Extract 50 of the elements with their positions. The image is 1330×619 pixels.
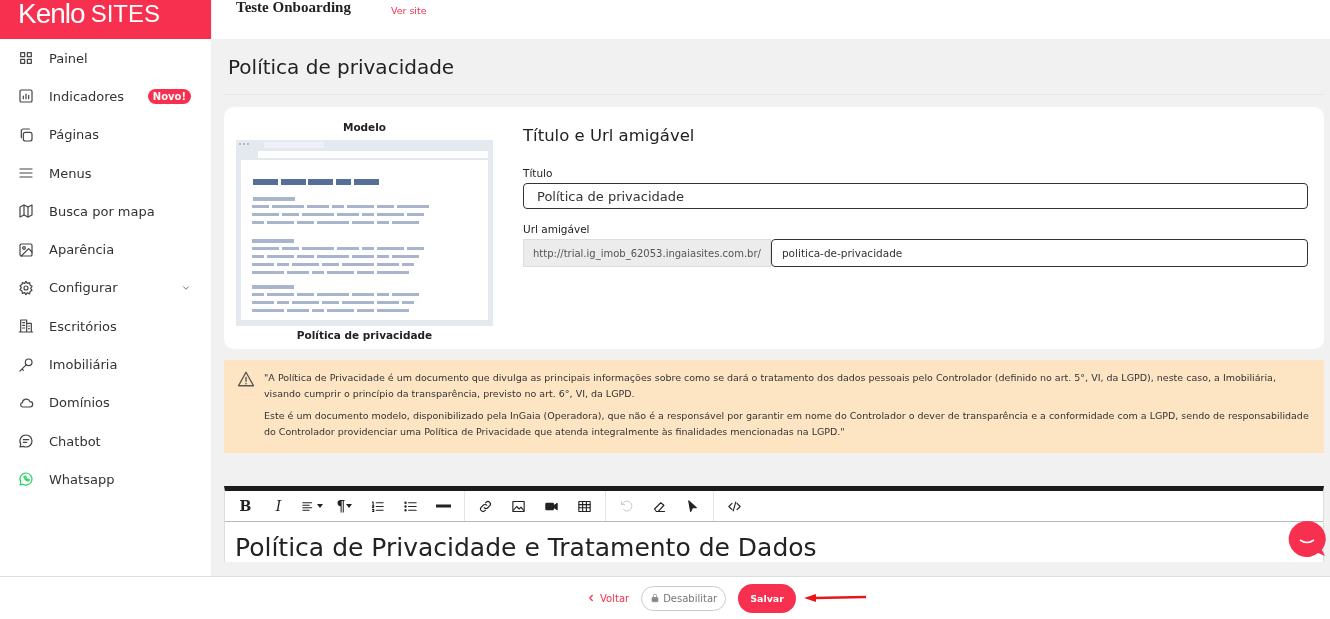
url-field[interactable]: politica-de-privacidade (770, 239, 1308, 267)
sidebar-item[interactable]: Indicadores Novo! (0, 77, 211, 116)
settings-icon (18, 279, 34, 296)
copy-icon (18, 126, 34, 143)
notice-paragraph: "A Política de Privacidade é um documento que divulga as principais informações sobre como se dará o tratamento dos dados pessoais pelo Controlador (definido no art. 5°, VI, da LGPD), neste caso, a Imobiliária, visando cumprir o princípio da transparência, previsto no art. 6°, VI, da LGPD. (264, 371, 1277, 401)
logo: Kenlo SITES (0, 0, 211, 39)
template-heading: Modelo (342, 121, 387, 133)
sidebar-item[interactable]: Páginas (0, 115, 211, 154)
grid-icon (18, 50, 34, 67)
field-label: Título (523, 167, 554, 179)
sidebar-item[interactable]: Domínios (0, 383, 211, 422)
field-label: Url amigável (523, 223, 591, 235)
format-button[interactable]: I (262, 491, 295, 521)
map-icon (18, 203, 34, 220)
image-icon (18, 241, 34, 258)
chevron-left-icon (586, 593, 596, 603)
sidebar-item[interactable]: Whatsapp (0, 460, 211, 499)
format-button[interactable]: ¶ (328, 491, 361, 521)
whatsapp-icon (18, 471, 34, 488)
sidebar-item[interactable]: Configurar (0, 268, 211, 308)
sidebar-item[interactable]: Menus (0, 153, 211, 193)
sidebar-item[interactable]: Painel (0, 39, 211, 78)
document-heading: Política de Privacidade e Tratamento de Dados (235, 534, 818, 562)
warning-icon (236, 370, 256, 388)
format-button[interactable]: B (229, 491, 262, 521)
view-site-link[interactable]: Ver site (390, 5, 427, 16)
building-icon (18, 318, 34, 335)
page-title: Política de privacidade (224, 39, 1324, 95)
sidebar-item[interactable]: Chatbot (0, 421, 211, 461)
chat-bubble-icon[interactable] (1288, 520, 1326, 558)
bar-chart-icon (18, 88, 34, 105)
chat-icon (18, 433, 34, 450)
url-prefix: http://trial.ig_imob_62053.ingaiasites.com.br/ (523, 239, 771, 267)
sidebar-item[interactable]: Escritórios (0, 307, 211, 346)
back-link[interactable]: Voltar (586, 592, 630, 604)
site-name: Teste Onboarding (236, 0, 351, 16)
caret-icon (346, 504, 353, 508)
key-icon (18, 356, 34, 373)
title-field[interactable]: Política de privacidade (523, 183, 1308, 209)
template-caption: Política de privacidade (296, 329, 433, 341)
caret-icon (316, 504, 323, 508)
sidebar-item[interactable]: Aparência (0, 230, 211, 269)
sidebar-item[interactable]: Busca por mapa (0, 192, 211, 231)
new-badge: Novo! (147, 88, 191, 104)
arrow (804, 593, 868, 603)
notice-paragraph: Este é um documento modelo, disponibilizado pela InGaia (Operadora), que não é a responsável por garantir em nome do Controlador o dever de transparência e a conformidade com a LGPD, sendo de responsabilidade do Controlador providenciar uma Política de Privacidade que atenda integralmente às finalidades mencionadas na LGPD." (264, 409, 1310, 439)
sidebar-item[interactable]: Imobiliária (0, 345, 211, 384)
save-button[interactable]: Salvar (738, 583, 796, 613)
lock-icon (650, 593, 661, 603)
section-title: Título e Url amigável (523, 126, 696, 145)
